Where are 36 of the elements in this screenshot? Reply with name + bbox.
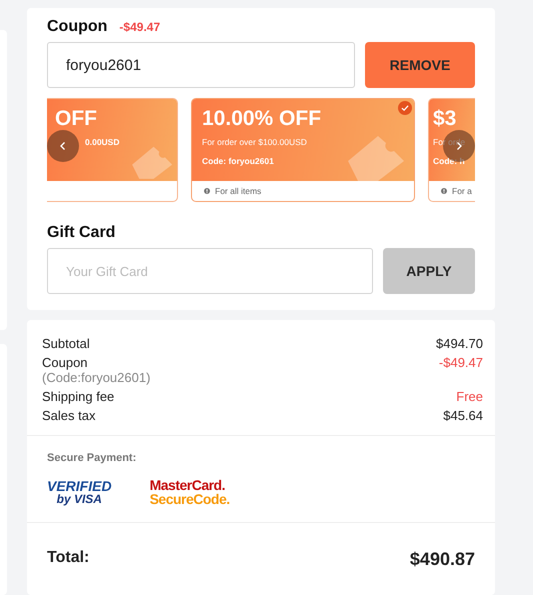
coupon-scope: For a xyxy=(452,186,472,196)
coupon-condition: For order over $100.00USD xyxy=(202,137,308,147)
coupon-ticket[interactable]: 10.00% OFF For order over $100.00USD Code: foryou2601 For all items xyxy=(191,98,415,202)
total-label: Total: xyxy=(47,549,90,568)
summary-label: Coupon xyxy=(42,355,89,370)
coupon-scope: For all items xyxy=(215,186,262,196)
coupon-field[interactable]: foryou2601 xyxy=(47,42,355,88)
info-icon xyxy=(441,188,447,194)
total-value: $490.87 xyxy=(410,549,475,570)
apply-button[interactable]: APPLY xyxy=(383,248,475,294)
coupon-offer: 10.00% OFF xyxy=(202,107,322,131)
summary-label: Sales tax xyxy=(42,408,96,423)
coupon-code: Code: h xyxy=(433,156,466,166)
coupon-code: Code: foryou2601 xyxy=(202,156,275,166)
coupon-offer: $3 xyxy=(433,107,458,131)
summary-label: Shipping fee xyxy=(42,389,114,404)
coupon-offer: OFF xyxy=(55,107,98,131)
summary-value: $45.64 xyxy=(443,408,483,423)
summary-value: Free xyxy=(456,389,483,404)
check-icon xyxy=(398,101,412,115)
secure-payment-title: Secure Payment: xyxy=(47,452,138,464)
coupon-discount: -$49.47 xyxy=(119,20,160,34)
coupon-code-note: (Code:foryou2601) xyxy=(42,370,150,385)
gift-card-field[interactable]: Your Gift Card xyxy=(47,248,373,294)
verified-by-visa-logo: VERIFIED by VISA xyxy=(47,479,112,505)
summary-value: -$49.47 xyxy=(438,355,483,370)
remove-button[interactable]: REMOVE xyxy=(365,42,475,88)
coupon-ticket[interactable]: $3 For orde Code: h For a xyxy=(428,98,475,202)
summary-label: Subtotal xyxy=(42,336,90,351)
coupon-condition: For orde xyxy=(433,137,466,147)
mastercard-securecode-logo: MasterCard. SecureCode. xyxy=(150,478,230,506)
coupon-condition: 0.00USD xyxy=(85,137,120,147)
summary-value: $494.70 xyxy=(436,336,483,351)
coupon-title: Coupon xyxy=(47,18,108,36)
info-icon xyxy=(204,188,210,194)
gift-card-title: Gift Card xyxy=(47,224,116,242)
